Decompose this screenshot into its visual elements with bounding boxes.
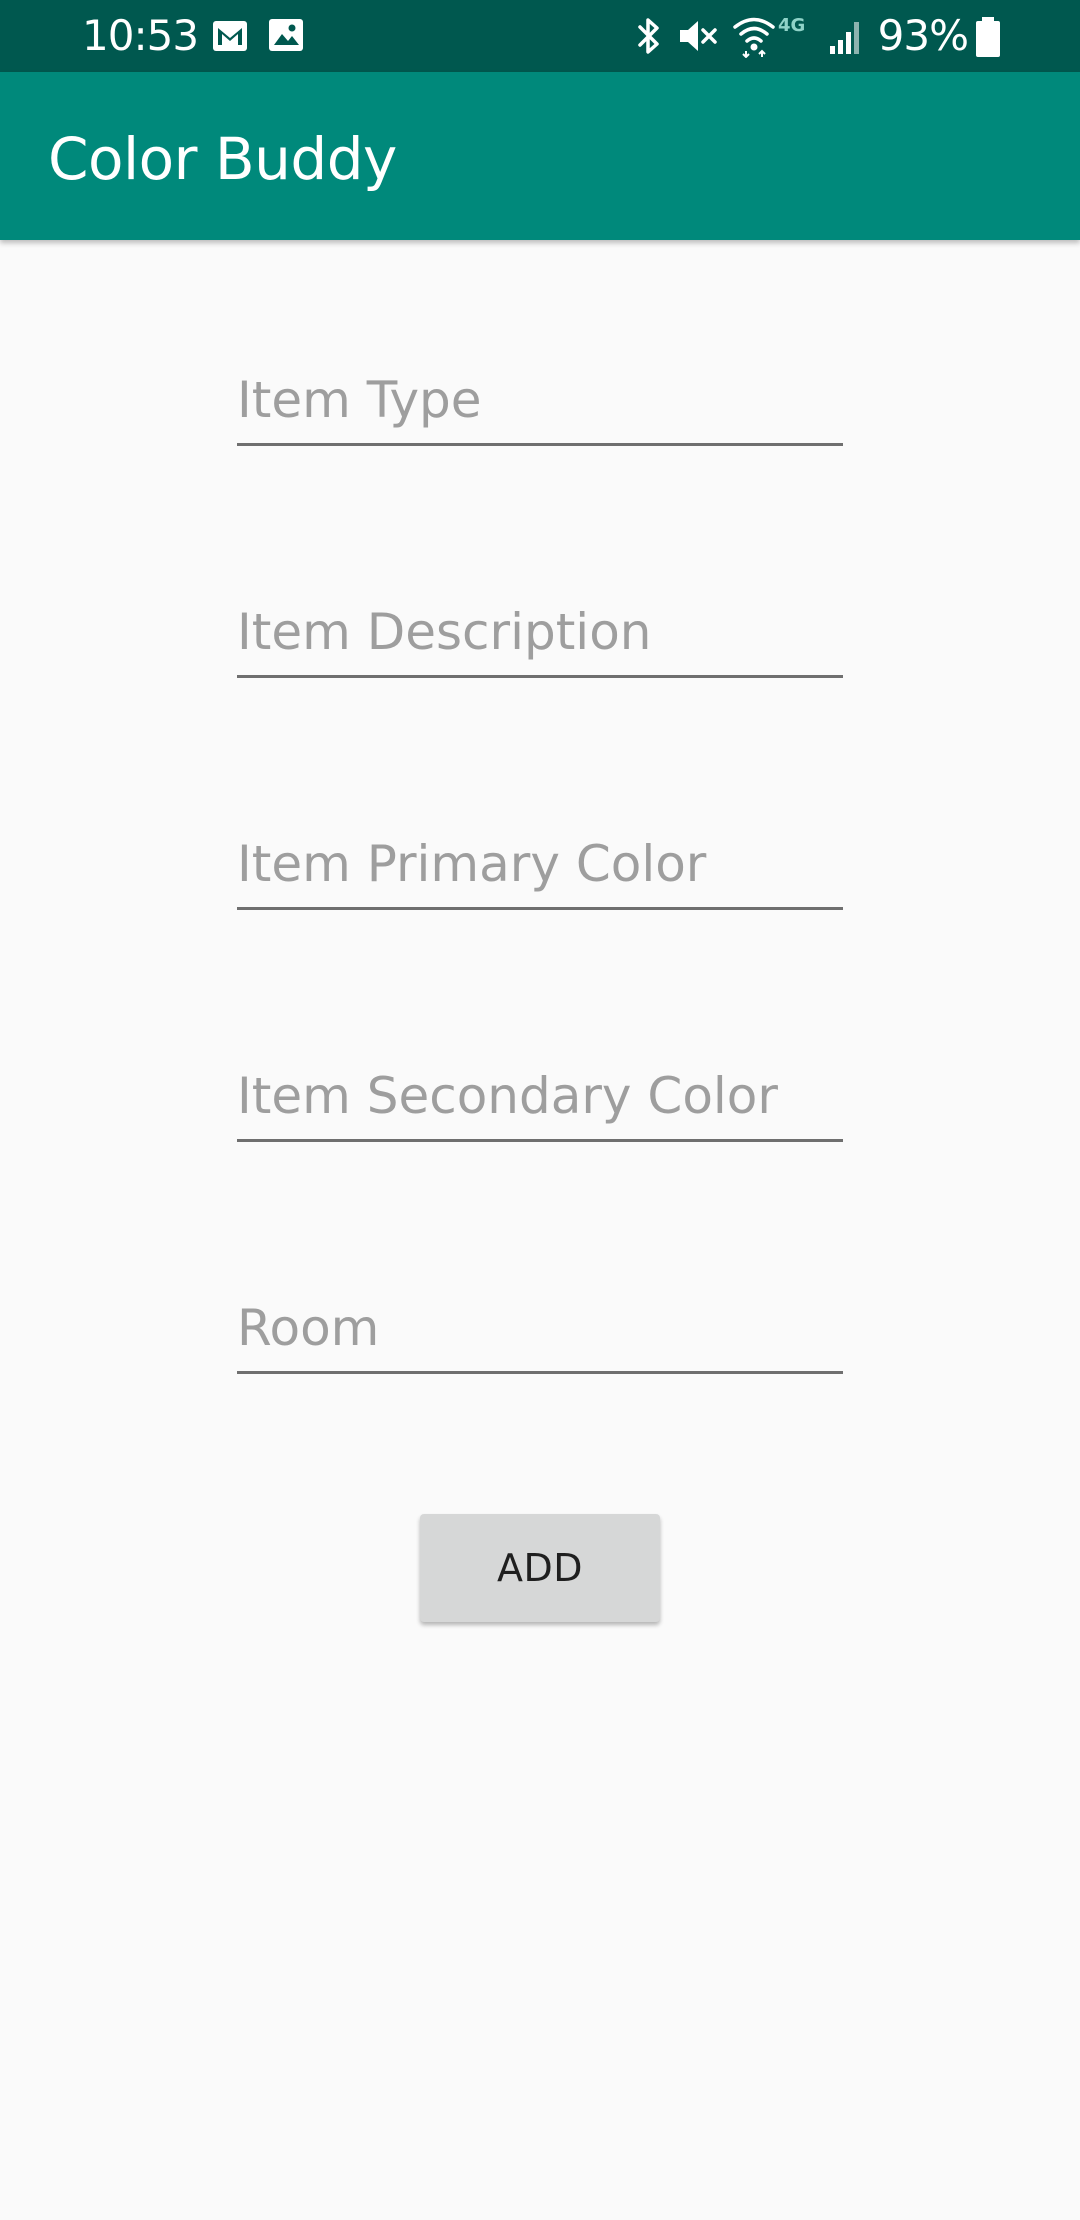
- item-type-input[interactable]: [237, 356, 843, 443]
- status-bar: 10:53 4G 93%: [0, 0, 1080, 72]
- item-description-input[interactable]: [237, 588, 843, 675]
- item-primary-color-input[interactable]: [237, 820, 843, 907]
- battery-icon: [976, 17, 1000, 57]
- gmail-icon: [213, 21, 247, 51]
- item-primary-color-field: [237, 820, 843, 910]
- status-time: 10:53: [82, 11, 199, 60]
- mute-icon: [680, 21, 717, 51]
- item-secondary-color-field: [237, 1052, 843, 1142]
- signal-icon: [830, 22, 859, 54]
- battery-percent: 93%: [877, 11, 969, 60]
- item-type-field: [237, 356, 843, 446]
- wifi-icon: [733, 17, 775, 58]
- item-description-field: [237, 588, 843, 678]
- add-button[interactable]: ADD: [420, 1514, 660, 1622]
- room-input[interactable]: [237, 1284, 843, 1371]
- lte-label: 4G: [778, 15, 806, 36]
- item-secondary-color-input[interactable]: [237, 1052, 843, 1139]
- room-field: [237, 1284, 843, 1374]
- image-icon: [269, 19, 303, 51]
- bluetooth-icon: [638, 18, 659, 54]
- app-bar: Color Buddy: [0, 72, 1080, 240]
- lte-icon: 4G: [778, 16, 805, 36]
- app-title: Color Buddy: [48, 125, 397, 193]
